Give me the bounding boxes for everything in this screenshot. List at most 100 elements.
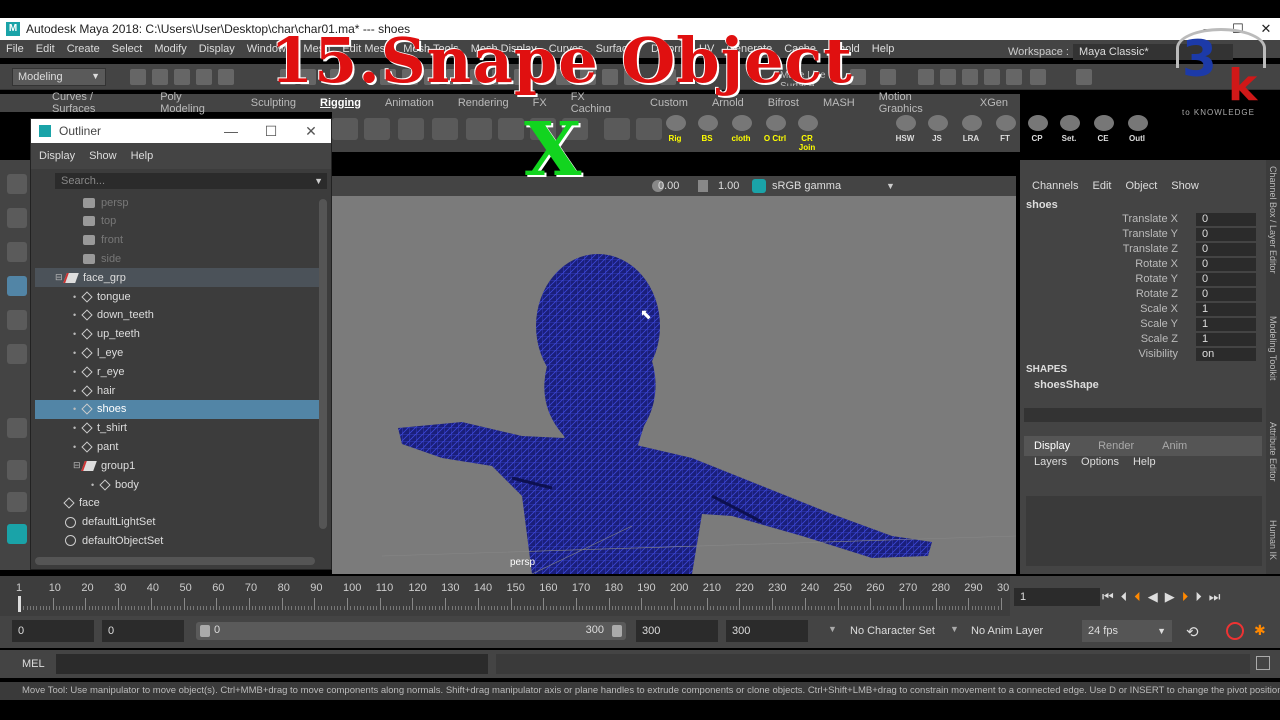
lasso-tool-icon[interactable] bbox=[7, 208, 27, 228]
shelf-tool-10-icon[interactable] bbox=[636, 118, 662, 140]
step-back-icon[interactable]: ⏴ bbox=[1134, 589, 1141, 605]
play-end-field[interactable]: 300 bbox=[636, 620, 718, 642]
outliner-item[interactable]: • r_eye bbox=[35, 362, 319, 381]
attr-value[interactable]: 0 bbox=[1196, 288, 1256, 301]
outliner-maximize-button[interactable]: ☐ bbox=[251, 119, 291, 143]
mel-input[interactable] bbox=[56, 654, 488, 674]
status-tool-25-icon[interactable] bbox=[962, 69, 978, 85]
status-tool-1-icon[interactable] bbox=[130, 69, 146, 85]
auto-key-icon[interactable] bbox=[1226, 622, 1244, 640]
menu-select[interactable]: Select bbox=[106, 43, 149, 55]
attr-row[interactable]: Rotate Y 0 bbox=[1020, 273, 1260, 288]
go-to-start-icon[interactable]: ⏮ bbox=[1102, 589, 1114, 605]
exposure-value[interactable]: 0.00 bbox=[658, 180, 679, 192]
anim-prefs-icon[interactable]: ✱ bbox=[1254, 622, 1266, 639]
outliner-menu-display[interactable]: Display bbox=[39, 150, 75, 162]
shelf-tab-xgen[interactable]: XGen bbox=[968, 97, 1020, 109]
range-handle-start[interactable] bbox=[200, 625, 210, 637]
status-tool-24-icon[interactable] bbox=[940, 69, 956, 85]
step-back-key-icon[interactable]: ⏴ bbox=[1121, 589, 1128, 605]
shelf-hsw-icon[interactable] bbox=[896, 115, 916, 131]
gamma-icon[interactable] bbox=[698, 180, 708, 192]
shelf-set--icon[interactable] bbox=[1060, 115, 1080, 131]
outliner-item[interactable]: top bbox=[35, 212, 319, 231]
attr-value[interactable]: 0 bbox=[1196, 258, 1256, 271]
outliner-item[interactable]: • t_shirt bbox=[35, 419, 319, 438]
color-management-icon[interactable] bbox=[752, 179, 766, 193]
outliner-item[interactable]: • down_teeth bbox=[35, 306, 319, 325]
last-tool-icon[interactable] bbox=[7, 418, 27, 438]
attr-row[interactable]: Scale X 1 bbox=[1020, 303, 1260, 318]
shelf-cloth-icon[interactable] bbox=[732, 115, 752, 131]
outliner-minimize-button[interactable]: — bbox=[211, 119, 251, 143]
range-handle-end[interactable] bbox=[612, 625, 622, 637]
attr-row[interactable]: Rotate X 0 bbox=[1020, 258, 1260, 273]
attr-value[interactable]: 0 bbox=[1196, 213, 1256, 226]
fps-dropdown[interactable]: 24 fps ▼ bbox=[1082, 620, 1172, 642]
tab-display[interactable]: Display bbox=[1034, 440, 1070, 452]
status-tool-27-icon[interactable] bbox=[1006, 69, 1022, 85]
attr-value[interactable]: 1 bbox=[1196, 303, 1256, 316]
play-forward-icon[interactable]: ▶ bbox=[1165, 589, 1175, 605]
character-set-dropdown[interactable]: No Character Set bbox=[850, 625, 935, 637]
menu-help[interactable]: Help bbox=[866, 43, 901, 55]
shelf-tab-sculpting[interactable]: Sculpting bbox=[239, 97, 308, 109]
outliner-item[interactable]: • body bbox=[35, 475, 319, 494]
script-editor-icon[interactable] bbox=[1256, 656, 1270, 670]
outliner-close-button[interactable]: ✕ bbox=[291, 119, 331, 143]
attr-row[interactable]: Translate Z 0 bbox=[1020, 243, 1260, 258]
maya-home-icon[interactable] bbox=[7, 524, 27, 544]
shelf-tool-5-icon[interactable] bbox=[466, 118, 492, 140]
help-menu[interactable]: Help bbox=[1133, 456, 1156, 468]
shelf-tab-poly-modeling[interactable]: Poly Modeling bbox=[148, 91, 239, 115]
attr-row[interactable]: Translate Y 0 bbox=[1020, 228, 1260, 243]
edit-menu[interactable]: Edit bbox=[1092, 180, 1111, 192]
rotate-tool-icon[interactable] bbox=[7, 310, 27, 330]
play-backward-icon[interactable]: ◀ bbox=[1148, 589, 1158, 605]
shelf-o-ctrl-icon[interactable] bbox=[766, 115, 786, 131]
attr-value[interactable]: 0 bbox=[1196, 273, 1256, 286]
shelf-tool-3-icon[interactable] bbox=[398, 118, 424, 140]
viewport-persp[interactable]: persp ⬉ bbox=[332, 196, 1017, 575]
current-frame-field[interactable]: 1 bbox=[1014, 588, 1100, 606]
shelf-tab-bifrost[interactable]: Bifrost bbox=[756, 97, 811, 109]
loop-icon[interactable]: ⟲ bbox=[1186, 623, 1199, 641]
show-menu[interactable]: Show bbox=[1171, 180, 1199, 192]
anim-start-field[interactable]: 0 bbox=[12, 620, 94, 642]
outliner-scrollbar[interactable] bbox=[319, 199, 327, 529]
outliner-menu-help[interactable]: Help bbox=[131, 150, 154, 162]
shelf-tool-2-icon[interactable] bbox=[364, 118, 390, 140]
options-menu[interactable]: Options bbox=[1081, 456, 1119, 468]
paint-select-icon[interactable] bbox=[7, 242, 27, 262]
shelf-tab-mash[interactable]: MASH bbox=[811, 97, 867, 109]
outliner-item[interactable]: • up_teeth bbox=[35, 325, 319, 344]
status-tool-3-icon[interactable] bbox=[174, 69, 190, 85]
channel-divider[interactable] bbox=[1024, 408, 1262, 422]
scale-tool-icon[interactable] bbox=[7, 344, 27, 364]
outliner-titlebar[interactable]: Outliner — ☐ ✕ bbox=[31, 119, 331, 143]
chevron-down-icon[interactable]: ▼ bbox=[950, 624, 959, 634]
attr-row[interactable]: Translate X 0 bbox=[1020, 213, 1260, 228]
attr-value[interactable]: 1 bbox=[1196, 333, 1256, 346]
current-time-marker[interactable] bbox=[18, 596, 21, 612]
outliner-item[interactable]: face bbox=[35, 494, 319, 513]
shelf-tab-custom[interactable]: Custom bbox=[638, 97, 700, 109]
anim-layer-dropdown[interactable]: No Anim Layer bbox=[971, 625, 1043, 637]
side-tab-channel-box[interactable]: Channel Box / Layer Editor bbox=[1268, 166, 1278, 274]
attr-value[interactable]: 1 bbox=[1196, 318, 1256, 331]
side-tab-attribute-editor[interactable]: Attribute Editor bbox=[1268, 422, 1278, 482]
shelf-ce-icon[interactable] bbox=[1094, 115, 1114, 131]
shelf-tool-9-icon[interactable] bbox=[604, 118, 630, 140]
layout-single-icon[interactable] bbox=[7, 460, 27, 480]
shelf-tab-rigging[interactable]: Rigging bbox=[308, 97, 373, 109]
side-tab-modeling-toolkit[interactable]: Modeling Toolkit bbox=[1268, 316, 1278, 380]
status-tool-4-icon[interactable] bbox=[196, 69, 212, 85]
shelf-tool-6-icon[interactable] bbox=[498, 118, 524, 140]
attr-row[interactable]: Scale Y 1 bbox=[1020, 318, 1260, 333]
menu-modify[interactable]: Modify bbox=[148, 43, 192, 55]
outliner-item[interactable]: defaultObjectSet bbox=[35, 531, 319, 550]
attr-value[interactable]: on bbox=[1196, 348, 1256, 361]
time-slider[interactable]: 1 10 20 30 40 50 60 70 80 90 100 110 120 130 140 150 160… bbox=[0, 576, 1010, 616]
outliner-item[interactable]: persp bbox=[35, 193, 319, 212]
status-tool-26-icon[interactable] bbox=[984, 69, 1000, 85]
